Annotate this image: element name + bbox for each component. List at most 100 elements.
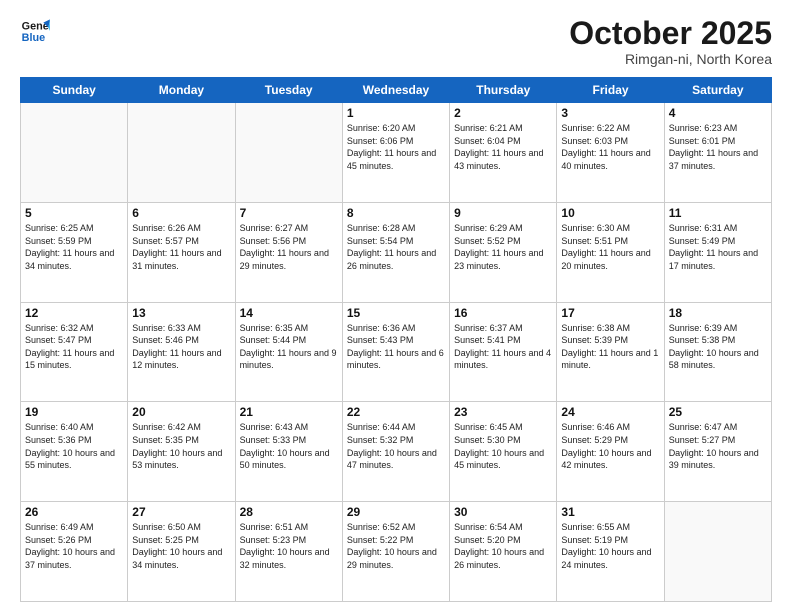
day-number: 17 — [561, 306, 659, 320]
calendar-week-3: 19Sunrise: 6:40 AM Sunset: 5:36 PM Dayli… — [21, 402, 772, 502]
calendar-cell: 28 Sunrise: 6:51 AM Sunset: 5:23 PM Dayli… — [235, 502, 342, 602]
month-title: October 2025 — [569, 16, 772, 51]
cell-info: Sunrise: 6:22 AM Sunset: 6:03 PM Dayligh… — [561, 122, 659, 172]
day-number: 19 — [25, 405, 123, 419]
day-number: 2 — [454, 106, 552, 120]
col-monday: Monday — [128, 78, 235, 103]
svg-text:Blue: Blue — [22, 32, 45, 44]
cell-info: Sunrise: 6:47 AM Sunset: 5:27 PM Dayligh… — [669, 421, 767, 471]
cell-info: Sunrise: 6:28 AM Sunset: 5:54 PM Dayligh… — [347, 222, 445, 272]
cell-info: Sunrise: 6:51 AM Sunset: 5:23 PM Dayligh… — [240, 521, 338, 571]
title-block: October 2025 Rimgan-ni, North Korea — [569, 16, 772, 67]
day-number: 28 — [240, 505, 338, 519]
logo: General Blue — [20, 16, 50, 46]
day-number: 25 — [669, 405, 767, 419]
day-number: 26 — [25, 505, 123, 519]
calendar-week-1: 5 Sunrise: 6:25 AM Sunset: 5:59 PM Daylig… — [21, 202, 772, 302]
calendar-cell: 8 Sunrise: 6:28 AM Sunset: 5:54 PM Daylig… — [342, 202, 449, 302]
cell-info: Sunrise: 6:36 AM Sunset: 5:43 PM Dayligh… — [347, 322, 445, 372]
calendar-cell: 24Sunrise: 6:46 AM Sunset: 5:29 PM Dayli… — [557, 402, 664, 502]
day-number: 24 — [561, 405, 659, 419]
cell-info: Sunrise: 6:33 AM Sunset: 5:46 PM Dayligh… — [132, 322, 230, 372]
calendar-cell: 1 Sunrise: 6:20 AM Sunset: 6:06 PM Daylig… — [342, 103, 449, 203]
calendar-cell: 27Sunrise: 6:50 AM Sunset: 5:25 PM Dayli… — [128, 502, 235, 602]
col-thursday: Thursday — [450, 78, 557, 103]
cell-info: Sunrise: 6:37 AM Sunset: 5:41 PM Dayligh… — [454, 322, 552, 372]
day-number: 5 — [25, 206, 123, 220]
calendar-cell: 13Sunrise: 6:33 AM Sunset: 5:46 PM Dayli… — [128, 302, 235, 402]
day-number: 29 — [347, 505, 445, 519]
header: General Blue October 2025 Rimgan-ni, Nor… — [20, 16, 772, 67]
calendar-cell: 21 Sunrise: 6:43 AM Sunset: 5:33 PM Dayli… — [235, 402, 342, 502]
cell-info: Sunrise: 6:42 AM Sunset: 5:35 PM Dayligh… — [132, 421, 230, 471]
cell-info: Sunrise: 6:49 AM Sunset: 5:26 PM Dayligh… — [25, 521, 123, 571]
calendar-cell: 19Sunrise: 6:40 AM Sunset: 5:36 PM Dayli… — [21, 402, 128, 502]
calendar-cell: 4Sunrise: 6:23 AM Sunset: 6:01 PM Daylig… — [664, 103, 771, 203]
cell-info: Sunrise: 6:29 AM Sunset: 5:52 PM Dayligh… — [454, 222, 552, 272]
cell-info: Sunrise: 6:25 AM Sunset: 5:59 PM Dayligh… — [25, 222, 123, 272]
calendar-cell: 20 Sunrise: 6:42 AM Sunset: 5:35 PM Dayli… — [128, 402, 235, 502]
calendar-cell: 14Sunrise: 6:35 AM Sunset: 5:44 PM Dayli… — [235, 302, 342, 402]
cell-info: Sunrise: 6:54 AM Sunset: 5:20 PM Dayligh… — [454, 521, 552, 571]
day-number: 22 — [347, 405, 445, 419]
day-number: 20 — [132, 405, 230, 419]
cell-info: Sunrise: 6:44 AM Sunset: 5:32 PM Dayligh… — [347, 421, 445, 471]
day-number: 16 — [454, 306, 552, 320]
location: Rimgan-ni, North Korea — [569, 51, 772, 67]
day-number: 9 — [454, 206, 552, 220]
calendar-cell: 9 Sunrise: 6:29 AM Sunset: 5:52 PM Daylig… — [450, 202, 557, 302]
cell-info: Sunrise: 6:30 AM Sunset: 5:51 PM Dayligh… — [561, 222, 659, 272]
calendar-cell: 22 Sunrise: 6:44 AM Sunset: 5:32 PM Dayli… — [342, 402, 449, 502]
calendar-cell: 17 Sunrise: 6:38 AM Sunset: 5:39 PM Dayli… — [557, 302, 664, 402]
cell-info: Sunrise: 6:52 AM Sunset: 5:22 PM Dayligh… — [347, 521, 445, 571]
calendar-cell: 10Sunrise: 6:30 AM Sunset: 5:51 PM Dayli… — [557, 202, 664, 302]
calendar-cell: 3Sunrise: 6:22 AM Sunset: 6:03 PM Daylig… — [557, 103, 664, 203]
cell-info: Sunrise: 6:43 AM Sunset: 5:33 PM Dayligh… — [240, 421, 338, 471]
calendar-cell: 12 Sunrise: 6:32 AM Sunset: 5:47 PM Dayli… — [21, 302, 128, 402]
day-number: 21 — [240, 405, 338, 419]
calendar-cell: 11Sunrise: 6:31 AM Sunset: 5:49 PM Dayli… — [664, 202, 771, 302]
col-wednesday: Wednesday — [342, 78, 449, 103]
calendar-cell: 26 Sunrise: 6:49 AM Sunset: 5:26 PM Dayli… — [21, 502, 128, 602]
calendar-cell: 25 Sunrise: 6:47 AM Sunset: 5:27 PM Dayli… — [664, 402, 771, 502]
calendar-cell — [235, 103, 342, 203]
day-number: 30 — [454, 505, 552, 519]
cell-info: Sunrise: 6:27 AM Sunset: 5:56 PM Dayligh… — [240, 222, 338, 272]
col-tuesday: Tuesday — [235, 78, 342, 103]
cell-info: Sunrise: 6:39 AM Sunset: 5:38 PM Dayligh… — [669, 322, 767, 372]
calendar-cell: 30 Sunrise: 6:54 AM Sunset: 5:20 PM Dayli… — [450, 502, 557, 602]
day-number: 14 — [240, 306, 338, 320]
calendar-week-2: 12 Sunrise: 6:32 AM Sunset: 5:47 PM Dayli… — [21, 302, 772, 402]
day-number: 18 — [669, 306, 767, 320]
day-number: 8 — [347, 206, 445, 220]
cell-info: Sunrise: 6:55 AM Sunset: 5:19 PM Dayligh… — [561, 521, 659, 571]
calendar-cell: 7Sunrise: 6:27 AM Sunset: 5:56 PM Daylig… — [235, 202, 342, 302]
calendar-cell: 29 Sunrise: 6:52 AM Sunset: 5:22 PM Dayli… — [342, 502, 449, 602]
calendar-cell: 23Sunrise: 6:45 AM Sunset: 5:30 PM Dayli… — [450, 402, 557, 502]
calendar-cell: 18 Sunrise: 6:39 AM Sunset: 5:38 PM Dayli… — [664, 302, 771, 402]
calendar-header-row: Sunday Monday Tuesday Wednesday Thursday… — [21, 78, 772, 103]
cell-info: Sunrise: 6:21 AM Sunset: 6:04 PM Dayligh… — [454, 122, 552, 172]
col-saturday: Saturday — [664, 78, 771, 103]
day-number: 15 — [347, 306, 445, 320]
cell-info: Sunrise: 6:20 AM Sunset: 6:06 PM Dayligh… — [347, 122, 445, 172]
calendar-cell: 5 Sunrise: 6:25 AM Sunset: 5:59 PM Daylig… — [21, 202, 128, 302]
day-number: 23 — [454, 405, 552, 419]
calendar-table: Sunday Monday Tuesday Wednesday Thursday… — [20, 77, 772, 602]
calendar-week-4: 26 Sunrise: 6:49 AM Sunset: 5:26 PM Dayli… — [21, 502, 772, 602]
calendar-cell: 16 Sunrise: 6:37 AM Sunset: 5:41 PM Dayli… — [450, 302, 557, 402]
day-number: 1 — [347, 106, 445, 120]
calendar-cell: 2 Sunrise: 6:21 AM Sunset: 6:04 PM Daylig… — [450, 103, 557, 203]
day-number: 12 — [25, 306, 123, 320]
cell-info: Sunrise: 6:38 AM Sunset: 5:39 PM Dayligh… — [561, 322, 659, 372]
page: General Blue October 2025 Rimgan-ni, Nor… — [0, 0, 792, 612]
col-friday: Friday — [557, 78, 664, 103]
calendar-cell — [21, 103, 128, 203]
day-number: 31 — [561, 505, 659, 519]
cell-info: Sunrise: 6:23 AM Sunset: 6:01 PM Dayligh… — [669, 122, 767, 172]
calendar-cell — [664, 502, 771, 602]
calendar-cell — [128, 103, 235, 203]
calendar-cell: 15 Sunrise: 6:36 AM Sunset: 5:43 PM Dayli… — [342, 302, 449, 402]
cell-info: Sunrise: 6:32 AM Sunset: 5:47 PM Dayligh… — [25, 322, 123, 372]
day-number: 11 — [669, 206, 767, 220]
